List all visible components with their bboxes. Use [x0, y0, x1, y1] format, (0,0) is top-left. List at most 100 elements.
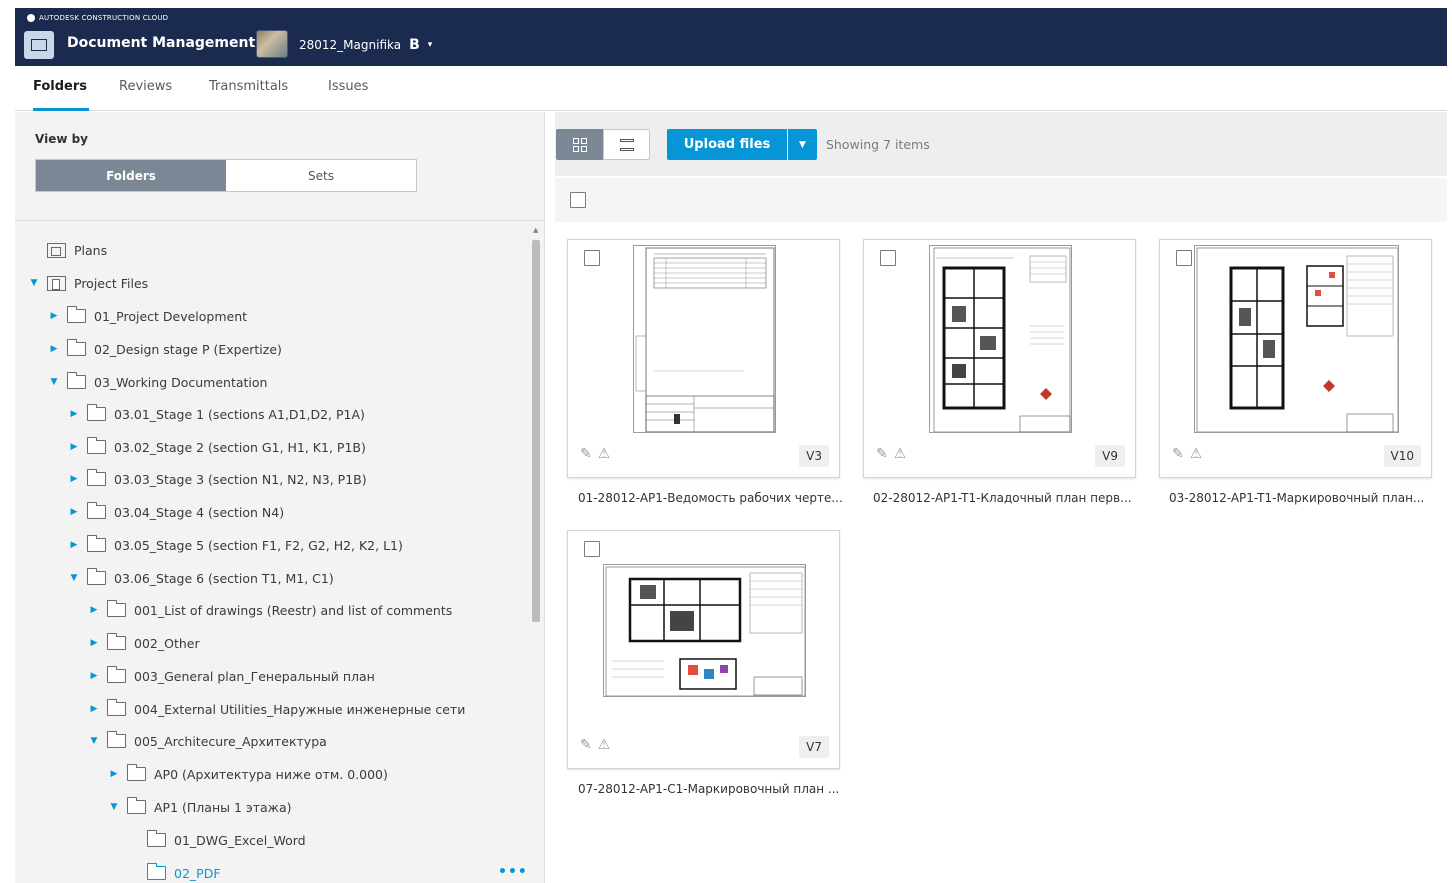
tree-item-label: Plans	[74, 242, 108, 258]
file-name[interactable]: 07-28012-AP1-C1-Маркировочный план ...	[578, 782, 852, 796]
caret-right-icon[interactable]: ▶	[69, 507, 79, 517]
tree-item-folder[interactable]: ▶ 03.03_Stage 3 (section N1, N2, N3, P1B…	[69, 467, 367, 491]
file-card[interactable]: ✎ ⚠ V7	[567, 530, 840, 769]
warning-icon[interactable]: ⚠	[598, 737, 611, 753]
tree-item-folder[interactable]: ▶ 03.04_Stage 4 (section N4)	[69, 500, 284, 524]
caret-right-icon[interactable]: ▶	[89, 638, 99, 648]
card-status-icons: ✎ ⚠	[876, 446, 906, 462]
scroll-thumb[interactable]	[532, 240, 540, 622]
file-name[interactable]: 02-28012-AP1-T1-Кладочный план перв...	[873, 491, 1147, 505]
project-files-icon	[47, 275, 66, 291]
tab-reviews[interactable]: Reviews	[119, 79, 172, 94]
caret-down-icon[interactable]: ▼	[69, 573, 79, 583]
file-checkbox[interactable]	[880, 250, 896, 266]
tree-item-project-files[interactable]: ▼ Project Files	[29, 271, 148, 295]
version-badge[interactable]: V10	[1383, 445, 1421, 467]
file-checkbox[interactable]	[584, 541, 600, 557]
app-switcher[interactable]: Document Management ▾	[67, 35, 266, 51]
grid-view-button[interactable]	[556, 129, 603, 160]
tree-scrollbar[interactable]: ▲	[530, 224, 542, 883]
tree-item-folder[interactable]: ▶ 01_DWG_Excel_Word	[129, 828, 306, 852]
tab-issues[interactable]: Issues	[328, 79, 368, 94]
view-by-sets-button[interactable]: Sets	[226, 160, 416, 191]
more-options-icon[interactable]: •••	[498, 864, 528, 880]
tree-item-folder[interactable]: ▼ 03_Working Documentation	[49, 370, 267, 394]
tree-item-folder[interactable]: ▶ 003_General plan_Генеральный план	[89, 664, 375, 688]
folder-icon	[87, 437, 106, 454]
document-management-icon[interactable]	[24, 31, 54, 59]
tree-item-folder-selected[interactable]: ▶ 02_PDF	[129, 861, 221, 883]
folder-icon	[87, 469, 106, 486]
scroll-up-arrow-icon[interactable]: ▲	[533, 226, 538, 234]
caret-down-icon: ▼	[799, 139, 806, 150]
file-card[interactable]: ✎ ⚠ V10	[1159, 239, 1432, 478]
file-name[interactable]: 03-28012-AP1-T1-Маркировочный план...	[1169, 491, 1441, 505]
view-by-folders-button[interactable]: Folders	[36, 160, 226, 191]
markup-icon[interactable]: ✎	[876, 446, 888, 462]
caret-down-icon[interactable]: ▼	[89, 736, 99, 746]
tab-transmittals[interactable]: Transmittals	[209, 79, 288, 94]
warning-icon[interactable]: ⚠	[894, 446, 907, 462]
folder-icon	[67, 306, 86, 323]
tree-item-folder[interactable]: ▶ 001_List of drawings (Reestr) and list…	[89, 598, 452, 622]
tree-item-label: 03.05_Stage 5 (section F1, F2, G2, H2, K…	[114, 537, 403, 553]
tree-item-label: 03.02_Stage 2 (section G1, H1, K1, P1B)	[114, 439, 366, 455]
file-card[interactable]: ✎ ⚠ V3	[567, 239, 840, 478]
tree-item-folder[interactable]: ▶ 02_Design stage P (Expertize)	[49, 337, 282, 361]
markup-icon[interactable]: ✎	[580, 446, 592, 462]
caret-down-icon[interactable]: ▼	[49, 377, 59, 387]
caret-right-icon[interactable]: ▶	[89, 605, 99, 615]
file-thumbnail	[1194, 245, 1399, 433]
tree-item-folder[interactable]: ▼ AP1 (Планы 1 этажа)	[109, 795, 291, 819]
tree-item-plans[interactable]: Plans	[47, 238, 107, 262]
tree-item-folder[interactable]: ▶ 03.02_Stage 2 (section G1, H1, K1, P1B…	[69, 435, 366, 459]
view-by-toggle: Folders Sets	[35, 159, 417, 192]
version-badge[interactable]: V7	[799, 736, 829, 758]
version-badge[interactable]: V3	[799, 445, 829, 467]
caret-down-icon[interactable]: ▼	[109, 802, 119, 812]
tree-item-folder[interactable]: ▶ 004_External Utilities_Наружные инжене…	[89, 697, 465, 721]
select-all-checkbox[interactable]	[570, 192, 586, 208]
folder-icon	[127, 797, 146, 814]
grid-view-icon	[572, 137, 587, 152]
tree-item-folder[interactable]: ▼ 03.06_Stage 6 (section T1, M1, C1)	[69, 566, 334, 590]
tree-item-label: 02_PDF	[174, 865, 221, 881]
caret-right-icon[interactable]: ▶	[49, 311, 59, 321]
file-card[interactable]: ✎ ⚠ V9	[863, 239, 1136, 478]
tree-item-folder[interactable]: ▶ 03.05_Stage 5 (section F1, F2, G2, H2,…	[69, 533, 403, 557]
caret-right-icon[interactable]: ▶	[69, 442, 79, 452]
caret-right-icon[interactable]: ▶	[89, 704, 99, 714]
project-switcher[interactable]: 28012_Magnifika B ▾	[299, 37, 432, 53]
caret-right-icon[interactable]: ▶	[69, 474, 79, 484]
tree-item-folder[interactable]: ▶ 01_Project Development	[49, 304, 247, 328]
markup-icon[interactable]: ✎	[1172, 446, 1184, 462]
version-badge[interactable]: V9	[1095, 445, 1125, 467]
folder-icon	[107, 633, 126, 650]
caret-down-icon[interactable]: ▼	[29, 278, 39, 288]
tree-item-folder[interactable]: ▶ AP0 (Архитектура ниже отм. 0.000)	[109, 762, 388, 786]
caret-right-icon[interactable]: ▶	[49, 344, 59, 354]
caret-right-icon[interactable]: ▶	[109, 769, 119, 779]
tab-folders[interactable]: Folders	[33, 79, 87, 94]
warning-icon[interactable]: ⚠	[1190, 446, 1203, 462]
project-thumbnail[interactable]	[256, 30, 288, 58]
list-view-button[interactable]	[603, 129, 650, 160]
upload-options-dropdown[interactable]: ▼	[788, 129, 817, 160]
top-header: AUTODESK CONSTRUCTION CLOUD Document Man…	[15, 8, 1447, 66]
tree-item-folder[interactable]: ▶ 002_Other	[89, 631, 200, 655]
caret-right-icon[interactable]: ▶	[69, 409, 79, 419]
folder-icon	[107, 666, 126, 683]
file-name[interactable]: 01-28012-AP1-Ведомость рабочих черте...	[578, 491, 852, 505]
tree-item-folder[interactable]: ▼ 005_Architecure_Архитектура	[89, 729, 327, 753]
tree-item-folder[interactable]: ▶ 03.01_Stage 1 (sections A1,D1,D2, P1A)	[69, 402, 365, 426]
caret-right-icon[interactable]: ▶	[89, 671, 99, 681]
tree-item-label: 03_Working Documentation	[94, 374, 268, 390]
file-checkbox[interactable]	[1176, 250, 1192, 266]
file-checkbox[interactable]	[584, 250, 600, 266]
upload-files-button[interactable]: Upload files	[667, 129, 787, 160]
warning-icon[interactable]: ⚠	[598, 446, 611, 462]
file-thumbnail	[633, 245, 776, 433]
markup-icon[interactable]: ✎	[580, 737, 592, 753]
tree-item-label: Project Files	[74, 275, 149, 291]
caret-right-icon[interactable]: ▶	[69, 540, 79, 550]
